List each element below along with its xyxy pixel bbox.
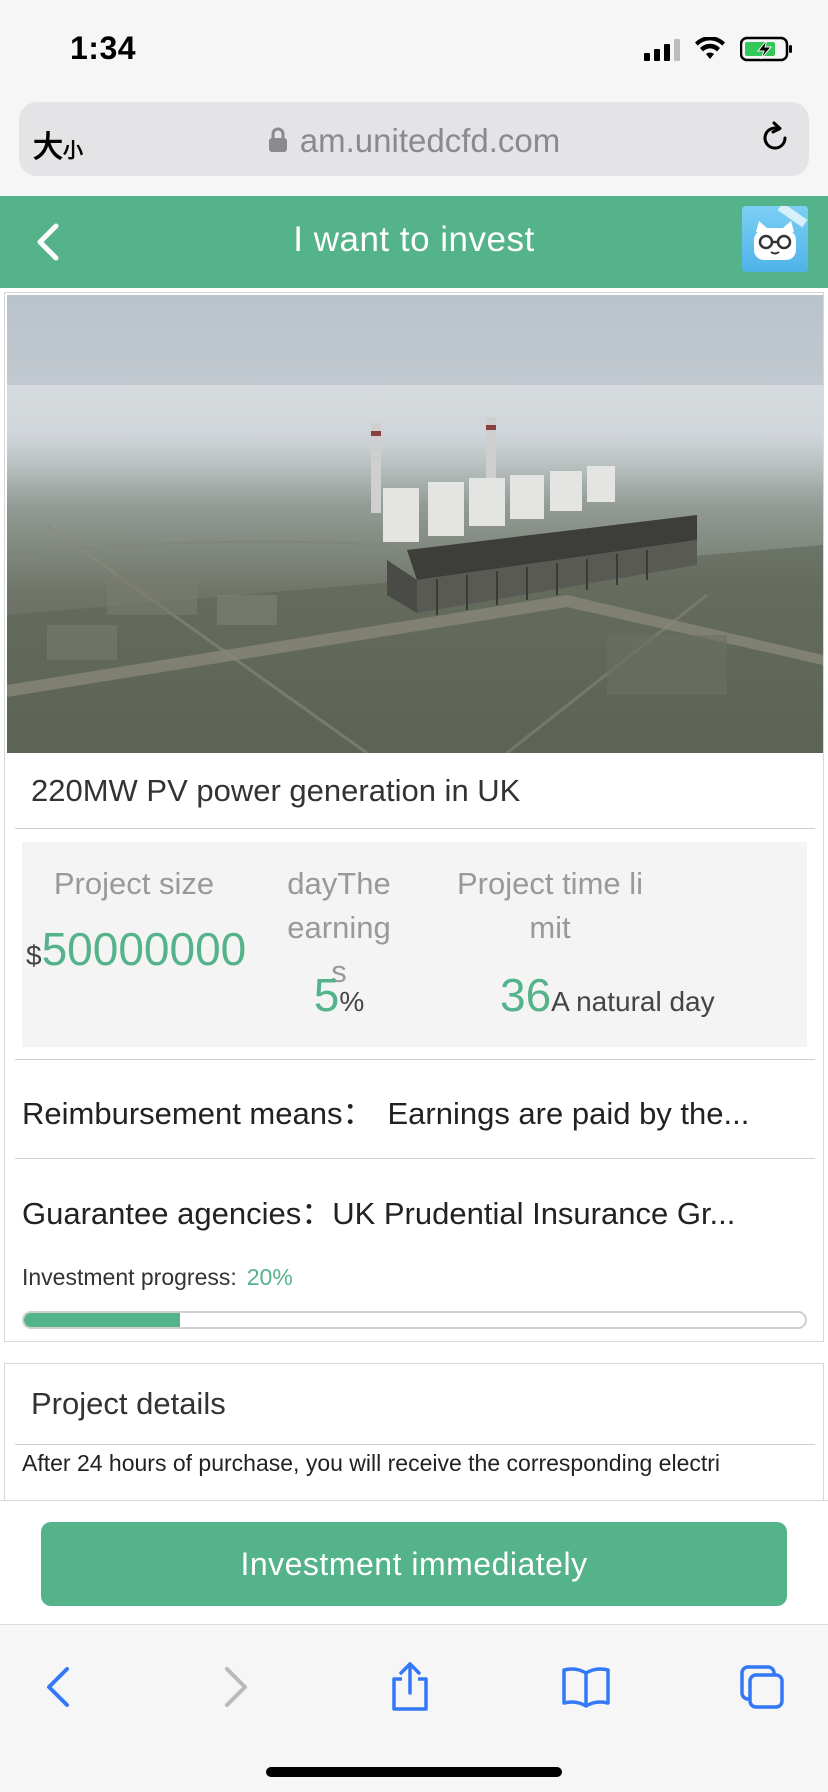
guarantee-value: UK Prudential Insurance Gr... <box>332 1196 736 1231</box>
earnings-value: 5% <box>313 969 365 1021</box>
project-details-card: Project details After 24 hours of purcha… <box>4 1363 824 1503</box>
bookmarks-button[interactable] <box>556 1657 616 1717</box>
chevron-left-icon <box>47 1667 69 1707</box>
share-button[interactable] <box>380 1657 440 1717</box>
browser-address-area: 大小 am.unitedcfd.com <box>0 96 828 196</box>
time-limit-label: Project time li mit <box>456 866 644 945</box>
action-bar: Investment immediately <box>0 1500 828 1624</box>
tabs-icon <box>740 1665 784 1709</box>
project-size-label: Project size <box>53 866 215 901</box>
progress-fill <box>24 1313 181 1327</box>
project-stats: Project size $50000000 dayThe earning s … <box>22 842 807 1047</box>
guarantee-label: Guarantee agencies： <box>22 1196 333 1231</box>
battery-icon <box>740 36 792 62</box>
divider <box>15 1158 815 1159</box>
tabs-button[interactable] <box>732 1657 792 1717</box>
divider <box>15 828 815 829</box>
browser-toolbar <box>0 1624 828 1792</box>
project-size-value: $50000000 <box>26 923 247 975</box>
progress-percent: 20% <box>246 1264 293 1290</box>
reimbursement-row: Reimbursement means： Earnings are paid by… <box>22 1088 749 1133</box>
url-text: am.unitedcfd.com <box>299 122 561 159</box>
lock-icon <box>268 127 287 153</box>
cat-mascot-icon <box>754 206 808 260</box>
app-header: I want to invest <box>0 196 828 288</box>
chevron-right-icon <box>225 1667 247 1707</box>
status-time: 1:34 <box>70 30 137 66</box>
browser-forward-button[interactable] <box>206 1657 266 1717</box>
investment-progress-label: Investment progress: 20% <box>22 1264 293 1290</box>
signal-icon <box>644 37 680 61</box>
investment-progress-bar <box>22 1311 807 1329</box>
status-icons <box>644 34 794 64</box>
power-plant-photo <box>7 295 823 753</box>
divider <box>15 1059 815 1060</box>
wifi-icon <box>695 37 725 59</box>
status-bar: 1:34 <box>0 0 828 96</box>
invest-immediately-button[interactable]: Investment immediately <box>41 1522 787 1606</box>
browser-back-button[interactable] <box>28 1657 88 1717</box>
page-title: I want to invest <box>293 220 535 259</box>
url-display[interactable]: am.unitedcfd.com <box>19 122 809 160</box>
project-details-text: After 24 hours of purchase, you will rec… <box>22 1450 721 1476</box>
reimbursement-value: Earnings are paid by the... <box>387 1096 750 1131</box>
reimbursement-label: Reimbursement means： <box>22 1096 374 1131</box>
share-icon <box>392 1662 428 1711</box>
home-indicator <box>266 1767 562 1777</box>
project-details-title: Project details <box>31 1386 226 1421</box>
address-bar[interactable]: 大小 am.unitedcfd.com <box>19 102 809 176</box>
project-card: 220MW PV power generation in UK Project … <box>4 292 824 1342</box>
project-title: 220MW PV power generation in UK <box>31 773 521 808</box>
divider <box>15 1444 815 1445</box>
book-icon <box>562 1667 610 1708</box>
app-logo[interactable] <box>742 206 808 272</box>
time-limit-value: 36A natural day <box>500 969 715 1021</box>
reload-icon[interactable] <box>757 120 793 156</box>
guarantee-row: Guarantee agencies：UK Prudential Insuran… <box>22 1188 735 1233</box>
